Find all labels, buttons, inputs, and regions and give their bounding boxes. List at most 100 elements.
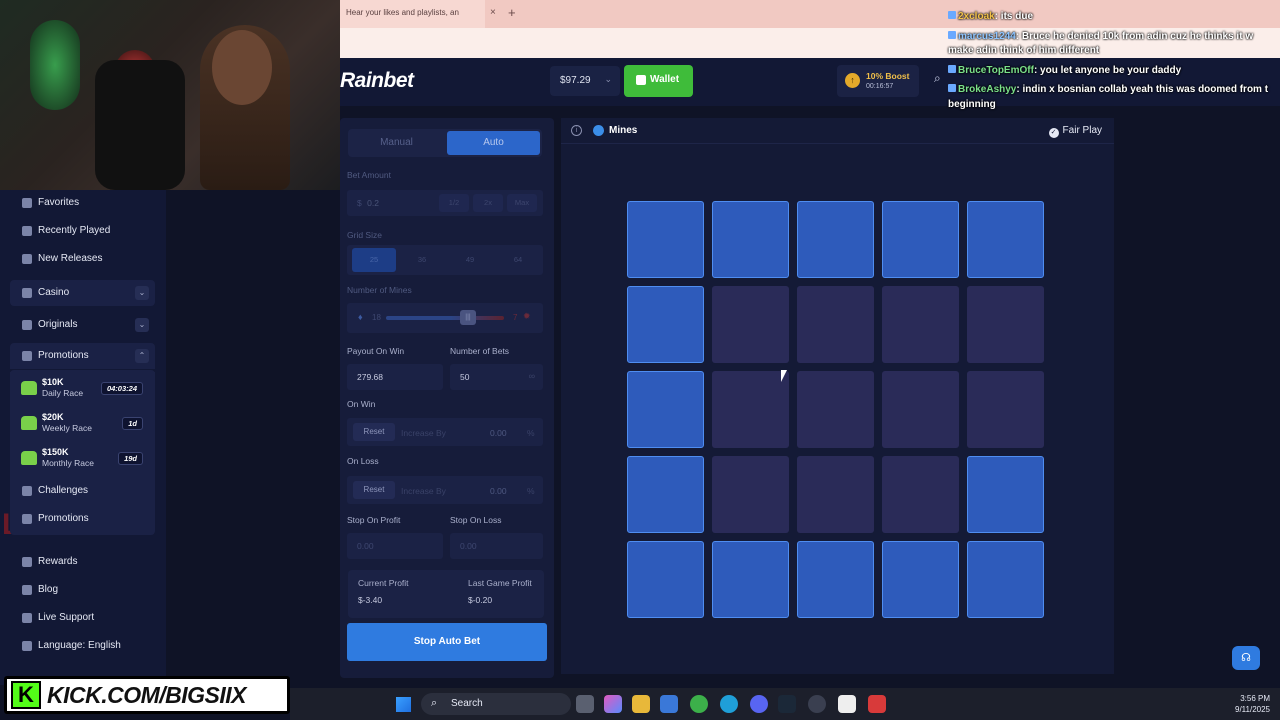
wallet-button[interactable]: Wallet <box>624 65 693 97</box>
mine-tile[interactable] <box>712 371 789 448</box>
infinity-icon[interactable]: ∞ <box>529 371 535 381</box>
mine-tile[interactable] <box>627 456 704 533</box>
support-chat-button[interactable]: ☊ <box>1232 646 1260 670</box>
mine-tile[interactable] <box>712 456 789 533</box>
mine-tile[interactable] <box>882 201 959 278</box>
max-button[interactable]: Max <box>507 194 537 212</box>
badge-icon <box>948 11 956 19</box>
stop-auto-bet-button[interactable]: Stop Auto Bet <box>347 623 547 661</box>
chevron-down-icon[interactable]: ⌄ <box>135 318 149 332</box>
mine-tile[interactable] <box>967 456 1044 533</box>
webcam-chair <box>95 60 185 190</box>
mine-tile[interactable] <box>712 286 789 363</box>
taskbar-search[interactable]: ⌕ Search <box>421 693 571 715</box>
on-loss-reset-button[interactable]: Reset <box>353 481 395 499</box>
store-icon[interactable] <box>660 695 678 713</box>
sidebar-item-new-releases[interactable]: New Releases <box>10 246 155 272</box>
edge-icon[interactable] <box>720 695 738 713</box>
stop-profit-input[interactable]: 0.00 <box>347 533 443 559</box>
chrome-icon[interactable] <box>690 695 708 713</box>
copilot-icon[interactable] <box>604 695 622 713</box>
mine-tile[interactable] <box>797 371 874 448</box>
mine-tile[interactable] <box>627 286 704 363</box>
mine-tile[interactable] <box>967 201 1044 278</box>
tab-auto[interactable]: Auto <box>447 131 540 155</box>
sidebar-item-originals[interactable]: Originals ⌄ <box>10 312 155 338</box>
double-button[interactable]: 2x <box>473 194 503 212</box>
mine-tile[interactable] <box>797 541 874 618</box>
on-loss-increase-label[interactable]: Increase By <box>401 486 446 496</box>
new-tab-icon[interactable]: + <box>508 5 516 20</box>
mine-tile[interactable] <box>882 371 959 448</box>
sidebar-item-rewards[interactable]: Rewards <box>10 549 155 575</box>
on-loss-value[interactable]: 0.00 <box>490 486 507 496</box>
stop-loss-input[interactable]: 0.00 <box>450 533 543 559</box>
discord-icon[interactable] <box>750 695 768 713</box>
race-weekly[interactable]: $20K Weekly Race 1d <box>10 407 155 441</box>
race-monthly[interactable]: $150K Monthly Race 19d <box>10 442 155 476</box>
grid-size-36[interactable]: 36 <box>400 248 444 272</box>
grid-size-64[interactable]: 64 <box>496 248 540 272</box>
payout-field[interactable]: 279.68 <box>347 364 443 390</box>
on-win-increase-label[interactable]: Increase By <box>401 428 446 438</box>
sidebar-item-language[interactable]: Language: English <box>10 633 155 659</box>
mines-slider-thumb[interactable]: ||| <box>460 310 476 325</box>
race-icon <box>21 381 37 395</box>
sidebar-item-casino[interactable]: Casino ⌄ <box>10 280 155 306</box>
mine-tile[interactable] <box>882 541 959 618</box>
balance-selector[interactable]: $97.29 ⌄ <box>550 66 620 96</box>
mine-tile[interactable] <box>967 286 1044 363</box>
taskbar-clock[interactable]: 3:56 PM 9/11/2025 <box>1235 693 1270 715</box>
sidebar-item-recently-played[interactable]: Recently Played <box>10 218 155 244</box>
chevron-up-icon[interactable]: ⌃ <box>135 349 149 363</box>
chat-username: BruceTopEmOff <box>958 65 1034 76</box>
chevron-down-icon[interactable]: ⌄ <box>135 286 149 300</box>
on-win-reset-button[interactable]: Reset <box>353 423 395 441</box>
mine-tile[interactable] <box>797 286 874 363</box>
boost-timer: 00:16:57 <box>866 83 894 90</box>
sidebar-item-promotions-header[interactable]: Promotions ⌃ <box>10 343 155 369</box>
grid-size-25[interactable]: 25 <box>352 248 396 272</box>
mine-tile[interactable] <box>627 201 704 278</box>
sidebar-item-label: Recently Played <box>38 225 111 236</box>
race-name: Daily Race <box>42 388 84 398</box>
sidebar-item-promotions[interactable]: Promotions <box>10 506 155 532</box>
on-win-value[interactable]: 0.00 <box>490 428 507 438</box>
boost-badge[interactable]: ↑ 10% Boost 00:16:57 <box>837 65 919 97</box>
grid-size-49[interactable]: 49 <box>448 248 492 272</box>
mine-tile[interactable] <box>797 201 874 278</box>
sidebar-item-blog[interactable]: Blog <box>10 577 155 603</box>
mine-tile[interactable] <box>882 456 959 533</box>
tab-manual[interactable]: Manual <box>350 131 443 155</box>
mine-tile[interactable] <box>797 456 874 533</box>
search-icon[interactable]: ⌕ <box>934 71 941 86</box>
num-bets-input[interactable]: 50 ∞ <box>450 364 543 390</box>
race-daily[interactable]: $10K Daily Race 04:03:24 <box>10 372 155 406</box>
mine-tile[interactable] <box>882 286 959 363</box>
mine-tile[interactable] <box>627 371 704 448</box>
browser-tab[interactable]: Hear your likes and playlists, an <box>340 0 485 28</box>
mine-tile[interactable] <box>967 371 1044 448</box>
sidebar-item-challenges[interactable]: Challenges <box>10 478 155 504</box>
app-icon[interactable] <box>838 695 856 713</box>
mine-tile[interactable] <box>712 201 789 278</box>
tab-close-icon[interactable]: × <box>490 7 496 18</box>
app-icon[interactable] <box>868 695 886 713</box>
chat-text: : indin x bosnian collab yeah this was d… <box>1016 84 1269 95</box>
site-logo[interactable]: Rainbet <box>340 69 414 93</box>
fair-play-button[interactable]: ✓ Fair Play <box>1048 125 1102 138</box>
mine-tile[interactable] <box>967 541 1044 618</box>
windows-start-icon[interactable] <box>396 697 411 712</box>
sidebar-item-favorites[interactable]: Favorites <box>10 190 155 216</box>
info-icon[interactable]: i <box>571 125 582 136</box>
mine-tile[interactable] <box>627 541 704 618</box>
payout-label: Payout On Win <box>347 346 405 356</box>
sidebar-item-live-support[interactable]: Live Support <box>10 605 155 631</box>
steam-icon[interactable] <box>778 695 796 713</box>
obs-icon[interactable] <box>808 695 826 713</box>
mine-tile[interactable] <box>712 541 789 618</box>
mines-slider-track[interactable] <box>386 316 504 320</box>
task-view-icon[interactable] <box>576 695 594 713</box>
half-button[interactable]: 1/2 <box>439 194 469 212</box>
file-explorer-icon[interactable] <box>632 695 650 713</box>
